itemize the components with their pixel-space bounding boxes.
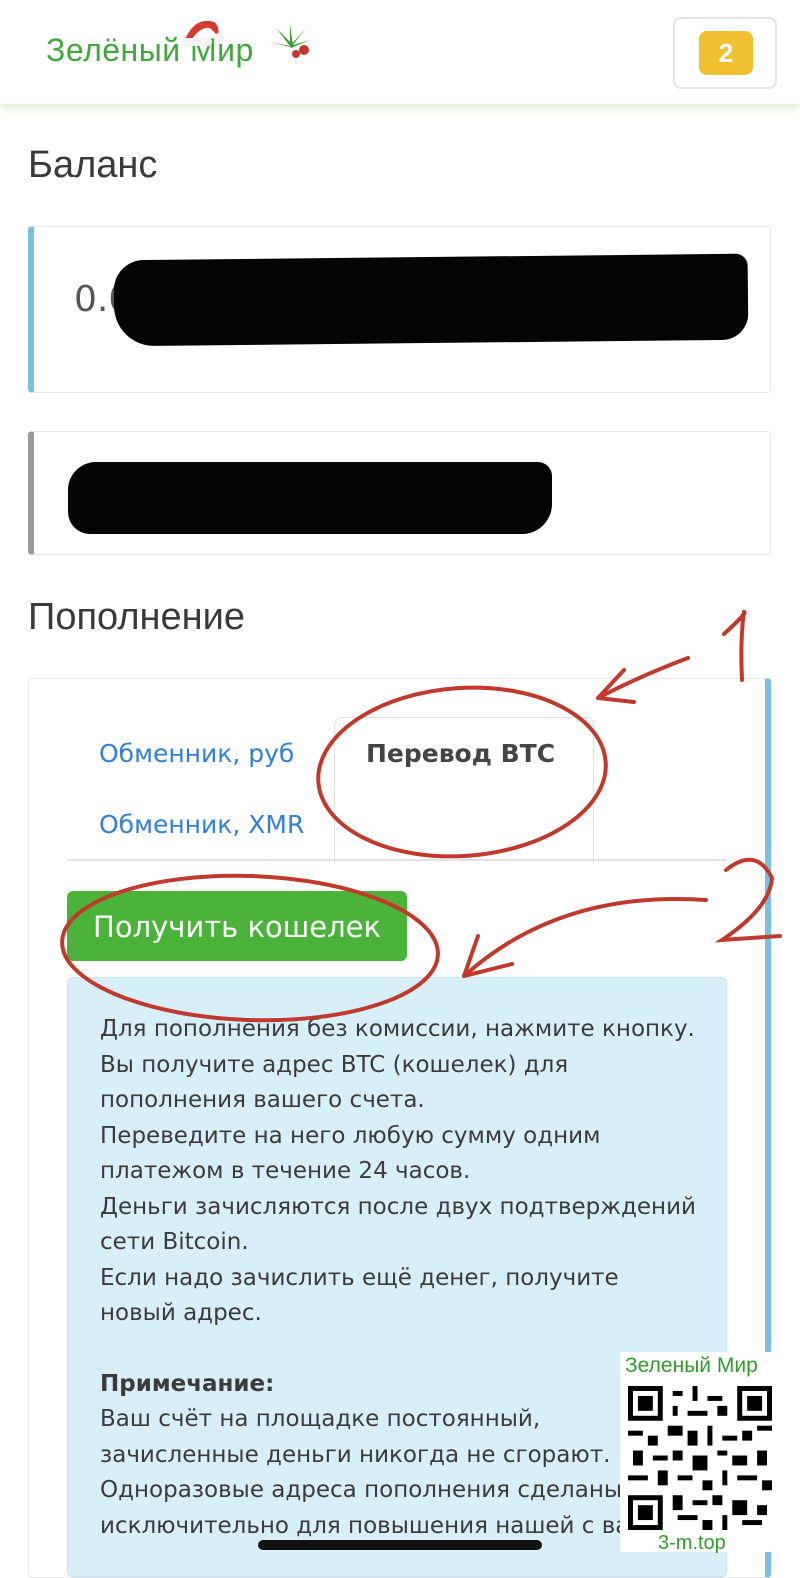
info-line: Для пополнения без комиссии, нажмите кно… [100,1016,695,1042]
info-line: Переведите на него любую сумму одним пла… [100,1122,601,1185]
tab-exchange-rub[interactable]: Обменник, руб [99,739,294,768]
qr-code-icon [628,1386,772,1530]
annotation-digit-1 [722,609,747,682]
note-line: Ваш счёт на площадке постоянный, зачисле… [100,1406,611,1468]
redaction-mark [113,253,749,347]
leaf-icon [270,24,310,58]
balance-panel: 0.0 [28,226,771,393]
watermark: Зеленый Мир 3-m.top [620,1352,780,1554]
info-line: Деньги зачисляются после двух подтвержде… [100,1193,696,1256]
secondary-balance-panel [28,431,771,555]
site-logo[interactable]: Зелёный Мир [46,18,326,88]
info-line: Вы получите адрес BTC (кошелек) для попо… [100,1051,569,1114]
cart-button[interactable]: 2 [673,17,777,89]
note-title: Примечание: [100,1370,275,1397]
note-line: Одноразовые адреса пополнения сделаны ис… [100,1477,662,1539]
info-line: Если надо зачислить ещё денег, получите … [100,1264,619,1327]
tab-exchange-xmr[interactable]: Обменник, XMR [99,810,304,839]
site-header: Зелёный Мир 2 [0,0,800,104]
get-wallet-button[interactable]: Получить кошелек [67,891,407,961]
tabs-divider [67,859,727,861]
cart-count-badge: 2 [699,31,753,75]
tab-btc-transfer-label: Перевод BTC [366,739,556,768]
watermark-title: Зеленый Мир [625,1354,758,1377]
redaction-mark [68,462,552,534]
balance-heading: Баланс [28,144,158,186]
watermark-url: 3-m.top [658,1532,726,1554]
topup-heading: Пополнение [28,596,245,638]
santa-hat-icon [182,20,224,46]
home-indicator [258,1540,542,1550]
